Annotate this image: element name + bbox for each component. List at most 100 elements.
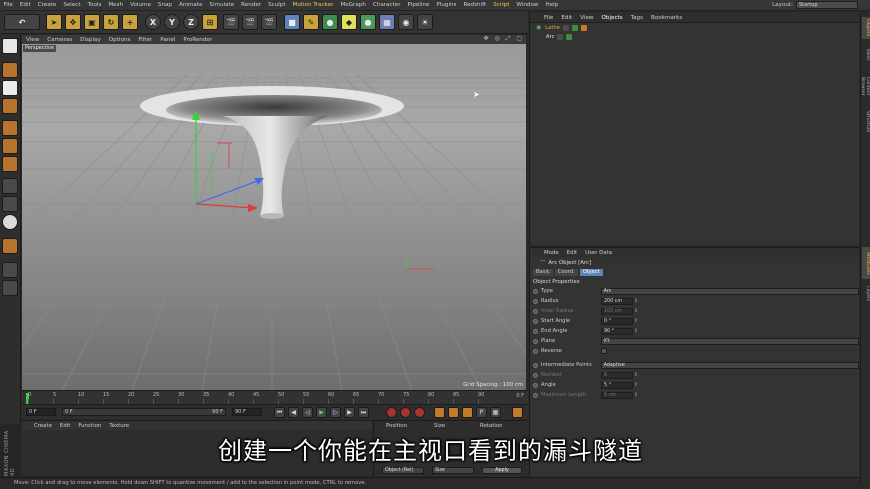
- move-tool-icon[interactable]: ✥: [65, 14, 81, 30]
- stepper-arrows-icon[interactable]: ⇕: [634, 382, 638, 388]
- attribute-menu-user-data[interactable]: User Data: [581, 250, 616, 256]
- layout-dropdown[interactable]: Startup: [796, 1, 858, 9]
- menu-item-character[interactable]: Character: [369, 2, 404, 8]
- render-settings-icon[interactable]: 🎬: [261, 14, 277, 30]
- render-picture-viewer-icon[interactable]: 🎬: [242, 14, 258, 30]
- parameter-key-icon[interactable]: P: [476, 407, 487, 418]
- menu-item-redshift[interactable]: Redshift: [460, 2, 490, 8]
- apply-button[interactable]: Apply: [482, 467, 522, 474]
- menu-item-render[interactable]: Render: [238, 2, 265, 8]
- render-view-icon[interactable]: 🎬: [223, 14, 239, 30]
- property-value-field[interactable]: 8: [601, 371, 633, 379]
- material-menu-function[interactable]: Function: [74, 423, 105, 429]
- visibility-toggle[interactable]: [557, 33, 564, 40]
- menu-item-animate[interactable]: Animate: [175, 2, 205, 8]
- tag-icon[interactable]: [580, 24, 587, 31]
- texture-mode-icon[interactable]: [2, 80, 18, 96]
- menu-item-simulate[interactable]: Simulate: [206, 2, 238, 8]
- axis-mode-icon[interactable]: [2, 178, 18, 194]
- stepper-arrows-icon[interactable]: ⇕: [634, 328, 638, 334]
- property-animate-icon[interactable]: [533, 318, 538, 324]
- auto-key-icon[interactable]: [400, 407, 411, 418]
- property-animate-icon[interactable]: [533, 382, 538, 388]
- menu-item-sculpt[interactable]: Sculpt: [265, 2, 289, 8]
- object-menu-file[interactable]: File: [540, 15, 557, 21]
- object-menu-tags[interactable]: Tags: [627, 15, 647, 21]
- previous-frame-icon[interactable]: ◁: [302, 407, 313, 418]
- property-animate-icon[interactable]: [533, 348, 538, 354]
- viewport-menu-cameras[interactable]: Cameras: [43, 37, 76, 43]
- z-axis-button[interactable]: Z: [183, 14, 199, 30]
- viewport-menu-options[interactable]: Options: [105, 37, 135, 43]
- previous-key-icon[interactable]: ◀: [288, 407, 299, 418]
- deformer-icon[interactable]: ◆: [341, 14, 357, 30]
- enable-check-icon[interactable]: [571, 24, 578, 31]
- menu-item-create[interactable]: Create: [34, 2, 60, 8]
- cube-object-icon[interactable]: ■: [284, 14, 300, 30]
- property-value-field[interactable]: 100 cm: [601, 307, 633, 315]
- coordinate-system-icon[interactable]: ⊞: [202, 14, 218, 30]
- property-animate-icon[interactable]: [533, 392, 538, 398]
- rotation-key-icon[interactable]: [462, 407, 473, 418]
- polygons-mode-icon[interactable]: [2, 156, 18, 172]
- next-key-icon[interactable]: ▶: [344, 407, 355, 418]
- timeline-window-icon[interactable]: [512, 407, 523, 418]
- menu-item-tools[interactable]: Tools: [84, 2, 105, 8]
- y-axis-button[interactable]: Y: [164, 14, 180, 30]
- menu-item-pipeline[interactable]: Pipeline: [404, 2, 433, 8]
- property-value-field[interactable]: Arc: [600, 287, 859, 295]
- menu-item-mesh[interactable]: Mesh: [105, 2, 127, 8]
- property-value-field[interactable]: 200 cm: [601, 297, 633, 305]
- side-tab-objects[interactable]: Objects: [862, 17, 870, 39]
- camera-icon[interactable]: ◉: [398, 14, 414, 30]
- attribute-tab-object[interactable]: Object: [579, 269, 603, 276]
- attribute-tab-basic[interactable]: Basic: [533, 269, 553, 276]
- light-icon[interactable]: ☀: [417, 14, 433, 30]
- stepper-arrows-icon[interactable]: ⇕: [634, 298, 638, 304]
- menu-item-select[interactable]: Select: [60, 2, 84, 8]
- scale-key-icon[interactable]: [448, 407, 459, 418]
- viewport[interactable]: ➤ Grid Spacing : 100 cm: [22, 44, 526, 390]
- play-icon[interactable]: ▶: [316, 407, 327, 418]
- viewport-navigation-icons[interactable]: ✥ ◎ ⤢ ▢: [484, 35, 524, 43]
- visibility-toggle[interactable]: [562, 24, 569, 31]
- property-value-field[interactable]: 5 cm: [601, 391, 633, 399]
- object-menu-view[interactable]: View: [576, 15, 597, 21]
- menu-item-script[interactable]: Script: [490, 2, 513, 8]
- menu-item-mograph[interactable]: MoGraph: [337, 2, 369, 8]
- attribute-menu-edit[interactable]: Edit: [563, 250, 581, 256]
- edges-mode-icon[interactable]: [2, 138, 18, 154]
- side-tab-structure[interactable]: Structure: [862, 107, 870, 137]
- menu-item-window[interactable]: Window: [513, 2, 542, 8]
- object-menu-objects[interactable]: Objects: [598, 15, 627, 21]
- scale-tool-icon[interactable]: ▣: [84, 14, 100, 30]
- property-value-field[interactable]: 0 °: [601, 317, 633, 325]
- property-animate-icon[interactable]: [533, 362, 538, 368]
- size-mode-dropdown[interactable]: Size: [432, 467, 474, 474]
- generator-icon[interactable]: ●: [322, 14, 338, 30]
- material-menu-create[interactable]: Create: [30, 423, 56, 429]
- spline-pen-icon[interactable]: ✎: [303, 14, 319, 30]
- property-value-field[interactable]: Adaptive: [600, 361, 859, 369]
- menu-item-help[interactable]: Help: [542, 2, 562, 8]
- viewport-menu-filter[interactable]: Filter: [134, 37, 156, 43]
- property-animate-icon[interactable]: [533, 288, 538, 294]
- timeline-ruler[interactable]: 0 F 0 5 10 15 20 25 30 35 40 45 50 55 60 65 70 75 80 85 90: [22, 390, 528, 404]
- go-to-end-icon[interactable]: ⏭: [358, 407, 369, 418]
- menu-item-plugins[interactable]: Plugins: [433, 2, 460, 8]
- undo-button[interactable]: ↶: [4, 14, 40, 30]
- property-value-field[interactable]: 90 °: [601, 327, 633, 335]
- material-menu-texture[interactable]: Texture: [105, 423, 133, 429]
- side-tab-attributes[interactable]: Attributes: [862, 247, 870, 279]
- side-tab-content-browser[interactable]: Content Browser: [860, 69, 870, 103]
- recent-tools-icon[interactable]: +: [122, 14, 138, 30]
- viewport-menu-display[interactable]: Display: [76, 37, 105, 43]
- start-frame-field[interactable]: 0 F: [26, 408, 56, 416]
- viewport-menu-panel[interactable]: Panel: [156, 37, 179, 43]
- end-frame-field[interactable]: 90 F: [232, 408, 262, 416]
- live-selection-icon[interactable]: ➤: [46, 14, 62, 30]
- frame-range-slider[interactable]: 0 F 90 F: [62, 408, 226, 416]
- tweak-mode-icon[interactable]: [2, 196, 18, 212]
- property-animate-icon[interactable]: [533, 328, 538, 334]
- rotate-tool-icon[interactable]: ↻: [103, 14, 119, 30]
